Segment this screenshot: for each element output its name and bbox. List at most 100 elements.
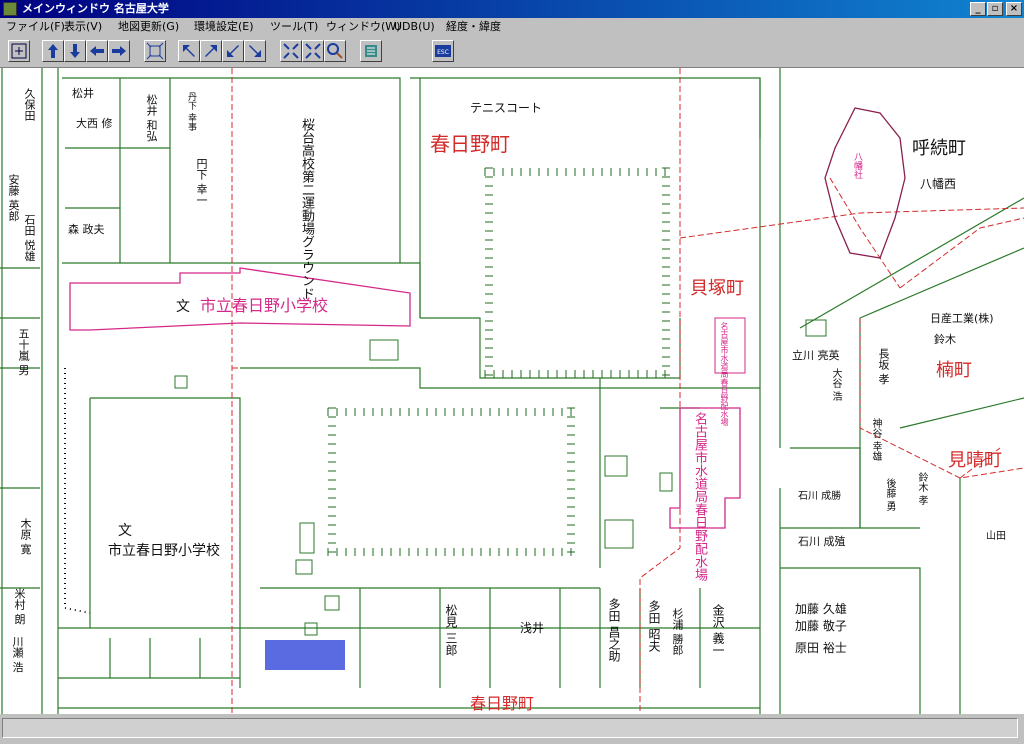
house-label: 大谷 浩 [830, 368, 841, 402]
up-left-button[interactable] [178, 40, 200, 62]
water-facility-small-label: 名古屋市水道局春日野配水場 [720, 322, 729, 426]
house-label: 川瀬 浩 [11, 636, 24, 673]
down-right-button[interactable] [244, 40, 266, 62]
menu-view[interactable]: 表示(V) [64, 18, 102, 36]
down-arrow-icon [70, 44, 80, 58]
water-facility-label: 名古屋市水道局春日野配水場 [692, 412, 707, 581]
magnifier-button[interactable] [324, 40, 346, 62]
house-label: 日産工業(株) [930, 312, 994, 325]
menu-settings[interactable]: 環境設定(E) [194, 18, 254, 36]
house-label: 加藤 敬子 [795, 619, 847, 633]
town-label-yobitsugicho: 呼続町 [912, 138, 966, 159]
house-label: 松井 [72, 87, 94, 100]
house-label: 久保田 [23, 88, 36, 121]
school-label-bottom: 市立春日野小学校 [108, 543, 220, 559]
menu-lonlat[interactable]: 経度・緯度 [446, 18, 501, 36]
horizontal-scrollbar[interactable] [2, 718, 1018, 738]
house-label: 原田 裕士 [795, 641, 847, 655]
town-label-miharashicho: 見晴町 [948, 450, 1002, 471]
school-label-top: 市立春日野小学校 [200, 296, 329, 315]
close-button[interactable]: × [1006, 2, 1022, 16]
house-label: 木原 寛 [19, 518, 32, 555]
minimize-button[interactable]: _ [970, 2, 986, 16]
zoom-in-icon [283, 43, 299, 59]
school-symbol-bottom: 文 [118, 523, 132, 539]
school-symbol-top: 文 [176, 299, 190, 315]
menu-udb[interactable]: UDB(U) [394, 18, 435, 36]
menu-window[interactable]: ウィンドウ(W) [326, 18, 400, 36]
house-label: 石川 成勝 [798, 491, 842, 502]
house-label: 石田 悦雄 [23, 214, 36, 262]
restore-button[interactable]: ▫ [987, 2, 1003, 16]
menu-map-update[interactable]: 地図更新(G) [118, 18, 179, 36]
town-label-kasuganocho-south: 春日野町 [470, 694, 535, 713]
house-label: 鈴木 孝 [916, 472, 927, 506]
town-label-kaizukacho: 貝塚町 [690, 278, 744, 299]
house-label: 石川 成殖 [798, 535, 846, 548]
house-label: 丹下 幸事 [186, 92, 196, 131]
house-label: 浅井 [520, 621, 545, 635]
shrine-label: 八幡社 [852, 152, 862, 179]
house-label: 五十嵐 男 [17, 328, 30, 376]
up-right-button[interactable] [200, 40, 222, 62]
down-button[interactable] [64, 40, 86, 62]
field-hatching [327, 167, 670, 556]
status-bar [0, 714, 1024, 744]
zoom-in-button[interactable] [280, 40, 302, 62]
house-label: 米村 朗 [13, 588, 26, 625]
house-label: 大西 修 [76, 117, 113, 130]
map-drawing [0, 68, 1024, 714]
left-arrow-icon [90, 46, 104, 56]
up-button[interactable] [42, 40, 64, 62]
left-scroll-button[interactable] [8, 40, 30, 62]
house-label: 松見 三郎 [444, 604, 458, 656]
left-button[interactable] [86, 40, 108, 62]
tennis-court-label: テニスコート [470, 101, 543, 115]
magnifier-icon [327, 43, 343, 59]
right-button[interactable] [108, 40, 130, 62]
toolbar: ESC [0, 36, 1024, 68]
fit-button[interactable] [144, 40, 166, 62]
pond [265, 640, 345, 670]
house-label: 鈴木 [934, 333, 956, 346]
house-label: 森 政夫 [68, 223, 105, 236]
house-label: 杉浦 勝郎 [671, 608, 684, 656]
arrow-up-right-icon [205, 45, 217, 57]
navigate-icon [11, 43, 27, 59]
zoom-out-icon [305, 43, 321, 59]
zoom-out-button[interactable] [302, 40, 324, 62]
arrow-up-left-icon [183, 45, 195, 57]
town-label-kasuganocho: 春日野町 [430, 132, 510, 156]
app-icon[interactable] [3, 2, 17, 16]
fit-view-icon [146, 42, 164, 60]
arrow-down-left-icon [227, 45, 239, 57]
hachiman-west-label: 八幡西 [920, 177, 957, 191]
menu-bar: ファイル(F) 表示(V) 地図更新(G) 環境設定(E) ツール(T) ウィン… [0, 18, 1024, 36]
house-label: 加藤 久雄 [795, 602, 847, 616]
house-label: 神谷 幸雄 [870, 418, 881, 462]
house-label: 後藤 勇 [884, 478, 895, 512]
layers-button[interactable] [360, 40, 382, 62]
sports-ground-label: 桜台高校第二運動場グラウンド [299, 118, 314, 300]
menu-file[interactable]: ファイル(F) [6, 18, 65, 36]
house-label: 多田 昭夫 [647, 600, 661, 652]
right-arrow-icon [112, 46, 126, 56]
house-label: 円下 幸一 [195, 158, 208, 206]
house-label: 金沢 義一 [711, 604, 725, 656]
arrow-down-right-icon [249, 45, 261, 57]
house-label: 松井 和弘 [145, 94, 158, 142]
house-label: 山田 [986, 531, 1006, 542]
window-title: メインウィンドウ 名古屋大学 [22, 2, 169, 15]
menu-tools[interactable]: ツール(T) [270, 18, 318, 36]
house-label: 安藤 英郎 [7, 174, 20, 222]
house-label: 長坂 孝 [877, 348, 890, 385]
svg-text:ESC: ESC [437, 49, 449, 56]
house-label: 立川 亮英 [792, 349, 840, 362]
map-canvas[interactable]: 春日野町 貝塚町 呼続町 楠町 見晴町 春日野町 文 市立春日野小学校 文 市立… [0, 68, 1024, 714]
town-label-kusunokicho: 楠町 [936, 360, 972, 381]
layers-icon [365, 45, 377, 57]
escape-button[interactable]: ESC [432, 40, 454, 62]
house-label: 多田 昌之助 [607, 598, 621, 662]
escape-icon: ESC [435, 45, 451, 57]
down-left-button[interactable] [222, 40, 244, 62]
